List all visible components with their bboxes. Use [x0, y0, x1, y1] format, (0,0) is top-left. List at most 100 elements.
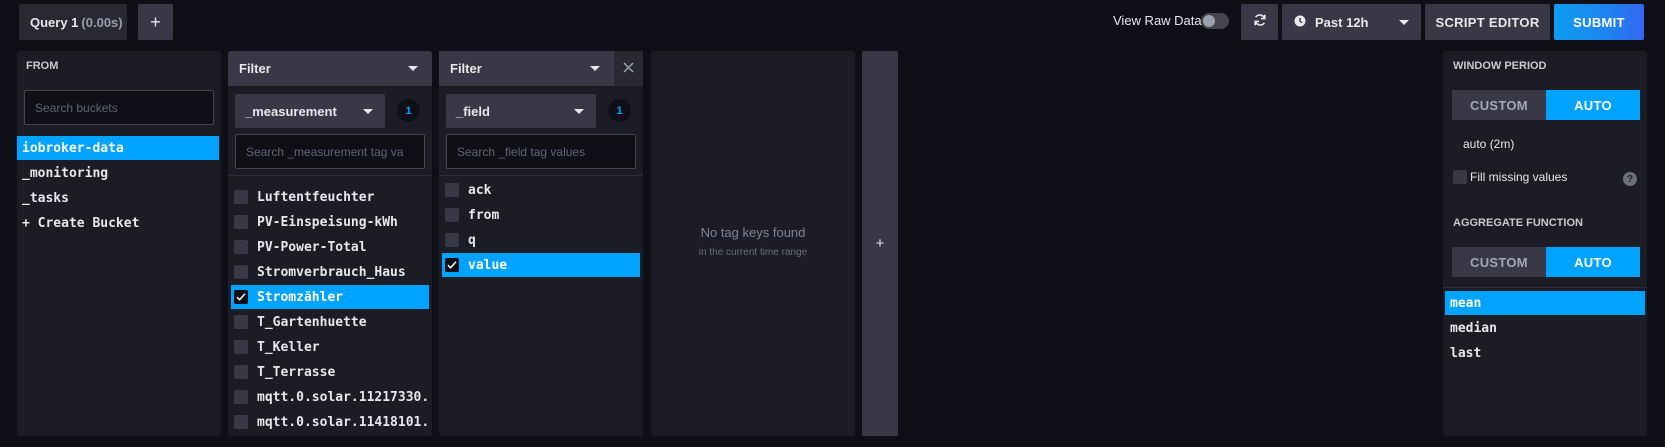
add-query-button[interactable]: + [138, 4, 173, 40]
tag-value-selected[interactable]: Stromzähler [231, 285, 429, 309]
tag-value[interactable]: T_Gartenhuette [231, 310, 429, 334]
tag-key-dropdown[interactable]: _field [446, 94, 596, 128]
tag-value-label: Stromzähler [257, 289, 344, 305]
bucket-search-input[interactable]: Search buckets [24, 90, 214, 125]
tag-value[interactable]: mqtt.0.solar.11217330... [231, 385, 429, 409]
window-period-label: WINDOW PERIOD [1453, 60, 1547, 72]
checkbox[interactable] [234, 240, 248, 254]
window-auto-button[interactable]: AUTO [1546, 90, 1640, 120]
filter-panel-field: Filter _field 1 Search _field tag values… [439, 51, 643, 436]
empty-state-subtitle: in the current time range [698, 247, 808, 258]
tag-value-label: Luftentfeuchter [257, 189, 375, 205]
tag-value-label: from [468, 207, 500, 223]
time-range-dropdown[interactable]: Past 12h [1282, 4, 1421, 40]
chevron-down-icon [363, 108, 373, 114]
checkbox[interactable] [1453, 170, 1467, 184]
checkbox-checked[interactable] [445, 258, 459, 272]
filter-panel-measurement: Filter _measurement 1 Search _measuremen… [228, 51, 432, 436]
measurement-search-input[interactable]: Search _measurement tag va [235, 134, 425, 169]
refresh-icon [1253, 13, 1267, 32]
remove-filter-button[interactable] [614, 51, 643, 86]
time-range-label: Past 12h [1315, 14, 1369, 30]
checkbox[interactable] [234, 415, 248, 429]
filter-title: Filter [239, 61, 271, 76]
tag-value[interactable]: from [442, 203, 640, 227]
filter-header[interactable]: Filter [228, 51, 432, 86]
filter-header[interactable]: Filter [439, 51, 614, 86]
query-tab-time: (0.00s) [81, 14, 123, 30]
tag-key-dropdown[interactable]: _measurement [235, 94, 385, 128]
submit-button[interactable]: SUBMIT [1554, 4, 1644, 40]
checkbox[interactable] [445, 233, 459, 247]
chevron-down-icon [590, 66, 600, 71]
checkbox[interactable] [234, 390, 248, 404]
clock-icon [1294, 15, 1306, 30]
checkbox[interactable] [234, 340, 248, 354]
function-item[interactable]: median [1445, 316, 1645, 340]
tag-value[interactable]: T_Terrasse [231, 360, 429, 384]
filter-panel-empty: No tag keys found in the current time ra… [651, 51, 855, 436]
tag-value-label: PV-Power-Total [257, 239, 367, 255]
help-icon[interactable]: ? [1623, 172, 1637, 186]
selected-count-badge: 1 [397, 99, 420, 122]
tag-value[interactable]: Stromverbrauch_Haus [231, 260, 429, 284]
refresh-button[interactable] [1241, 4, 1278, 40]
filter-title: Filter [450, 61, 482, 76]
tag-value-label: T_Gartenhuette [257, 314, 367, 330]
from-panel: FROM Search buckets iobroker-data _monit… [17, 51, 221, 436]
empty-state-title: No tag keys found [700, 225, 806, 240]
tag-value-label: mqtt.0.solar.11217330... [257, 389, 429, 405]
tag-value[interactable]: PV-Einspeisung-kWh [231, 210, 429, 234]
tag-value[interactable]: mqtt.0.solar.11418101... [231, 410, 429, 434]
checkbox[interactable] [234, 365, 248, 379]
chevron-down-icon [408, 66, 418, 71]
checkbox[interactable] [234, 190, 248, 204]
script-editor-button[interactable]: SCRIPT EDITOR [1425, 4, 1550, 40]
tag-value[interactable]: PV-Power-Total [231, 235, 429, 259]
aggregate-function-label: AGGREGATE FUNCTION [1453, 217, 1583, 229]
tag-value-label: T_Terrasse [257, 364, 336, 380]
aggregate-auto-button[interactable]: AUTO [1546, 247, 1640, 277]
field-search-input[interactable]: Search _field tag values [446, 134, 636, 169]
checkbox-checked[interactable] [234, 290, 248, 304]
view-raw-data-toggle[interactable] [1201, 13, 1229, 29]
window-custom-button[interactable]: CUSTOM [1452, 90, 1546, 120]
aggregate-panel: WINDOW PERIOD CUSTOM AUTO auto (2m) Fill… [1443, 51, 1647, 436]
view-raw-data-label: View Raw Data [1113, 13, 1202, 28]
tag-value-label: value [468, 257, 508, 273]
checkbox[interactable] [234, 215, 248, 229]
tag-value[interactable]: Luftentfeuchter [231, 185, 429, 209]
chevron-down-icon [574, 108, 584, 114]
bucket-item[interactable]: _monitoring [17, 161, 219, 185]
query-tab-label: Query 1 [30, 14, 79, 30]
fill-missing-label: Fill missing values [1470, 170, 1568, 184]
add-filter-button[interactable]: + [862, 51, 898, 436]
tag-value[interactable]: T_Keller [231, 335, 429, 359]
tag-value-label: T_Keller [257, 339, 320, 355]
tag-value[interactable]: q [442, 228, 640, 252]
tag-value-selected[interactable]: value [442, 253, 640, 277]
selected-count-badge: 1 [608, 99, 631, 122]
tag-key-label: _measurement [245, 103, 337, 119]
function-item-selected[interactable]: mean [1445, 291, 1645, 315]
checkbox[interactable] [445, 208, 459, 222]
checkbox[interactable] [445, 183, 459, 197]
bucket-item-selected[interactable]: iobroker-data [17, 136, 219, 160]
from-title: FROM [26, 60, 59, 72]
checkbox[interactable] [234, 315, 248, 329]
tag-key-label: _field [456, 103, 490, 119]
tag-value-label: PV-Einspeisung-kWh [257, 214, 398, 230]
bucket-item[interactable]: _tasks [17, 186, 219, 210]
create-bucket-link[interactable]: + Create Bucket [17, 211, 219, 235]
chevron-down-icon [1399, 19, 1409, 25]
tag-value-label: ack [468, 182, 492, 198]
close-icon [623, 60, 634, 78]
tag-value-label: q [468, 232, 476, 248]
checkbox[interactable] [234, 265, 248, 279]
aggregate-custom-button[interactable]: CUSTOM [1452, 247, 1546, 277]
window-auto-value: auto (2m) [1463, 137, 1515, 151]
tag-value[interactable]: ack [442, 178, 640, 202]
query-tab[interactable]: Query 1 (0.00s) [19, 4, 127, 40]
function-item[interactable]: last [1445, 341, 1645, 365]
fill-missing-checkbox[interactable]: Fill missing values [1453, 170, 1567, 184]
